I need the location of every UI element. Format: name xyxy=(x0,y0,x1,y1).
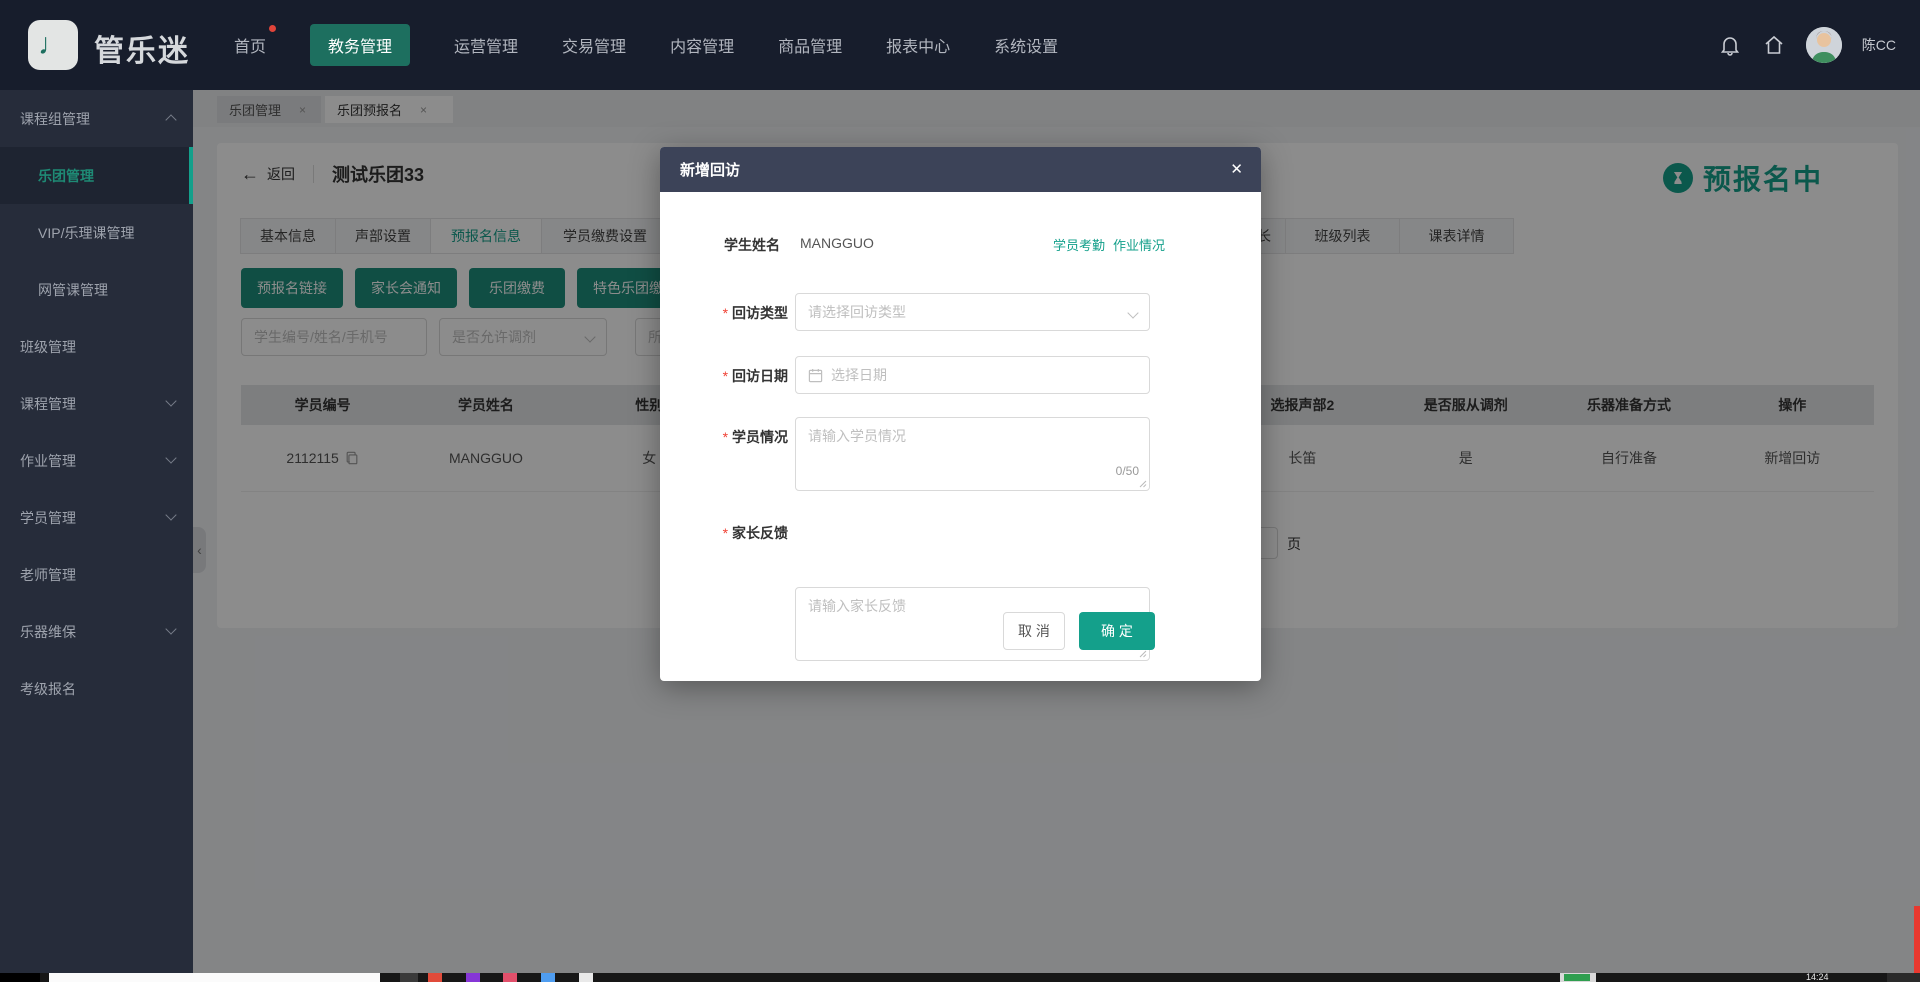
taskbar-app-icon-white[interactable] xyxy=(579,973,593,982)
sidebar-item-student-management[interactable]: 学员管理 xyxy=(0,489,193,546)
nav-item-operations[interactable]: 运营管理 xyxy=(454,33,518,57)
modal-title: 新增回访 xyxy=(680,159,740,180)
nav-item-transactions[interactable]: 交易管理 xyxy=(562,33,626,57)
resize-handle[interactable] xyxy=(1139,480,1147,488)
student-name-label: 学生姓名 xyxy=(724,235,780,255)
chevron-down-icon xyxy=(165,509,176,520)
taskbar-clock: 14:24 xyxy=(1806,973,1829,982)
char-counter: 0/50 xyxy=(1116,464,1139,478)
close-icon[interactable]: ✕ xyxy=(1230,160,1243,178)
sidebar-item-course-group[interactable]: 课程组管理 xyxy=(0,90,193,147)
student-name-row: 学生姓名 MANGGUO 学员考勤 作业情况 xyxy=(660,235,1261,257)
sidebar-item-homework[interactable]: 作业管理 xyxy=(0,432,193,489)
student-status-label: 学员情况 xyxy=(660,427,788,447)
followup-date-picker[interactable]: 选择日期 xyxy=(795,356,1150,394)
chevron-down-icon xyxy=(165,623,176,634)
nav-item-settings[interactable]: 系统设置 xyxy=(994,33,1058,57)
cancel-button[interactable]: 取 消 xyxy=(1003,612,1065,650)
app-logo: ♩ xyxy=(28,20,78,70)
followup-type-select[interactable]: 请选择回访类型 xyxy=(795,293,1150,331)
screen: ♩ 管乐迷 首页 教务管理 运营管理 交易管理 内容管理 商品管理 报表中心 系… xyxy=(0,0,1920,982)
music-note-icon: ♩ xyxy=(38,30,68,60)
parent-feedback-label: 家长反馈 xyxy=(660,523,788,543)
username[interactable]: 陈CC xyxy=(1862,35,1896,55)
student-name-value: MANGGUO xyxy=(800,235,874,251)
sidebar-item-course-management[interactable]: 课程管理 xyxy=(0,375,193,432)
homework-link[interactable]: 作业情况 xyxy=(1113,235,1165,254)
nav-item-content[interactable]: 内容管理 xyxy=(670,33,734,57)
notification-dot xyxy=(269,25,276,32)
user-avatar[interactable] xyxy=(1806,27,1842,63)
sidebar-item-online-course[interactable]: 网管课管理 xyxy=(0,261,193,318)
sidebar-item-teacher-management[interactable]: 老师管理 xyxy=(0,546,193,603)
scrollbar-thumb[interactable] xyxy=(1914,906,1920,982)
student-status-field: 0/50 xyxy=(795,417,1150,491)
bell-icon[interactable] xyxy=(1718,33,1742,57)
sidebar: 课程组管理 乐团管理 VIP/乐理课管理 网管课管理 班级管理 课程管理 作业管… xyxy=(0,90,193,982)
student-status-textarea[interactable] xyxy=(796,418,1149,490)
followup-type-label: 回访类型 xyxy=(660,303,788,323)
modal-header: 新增回访 ✕ xyxy=(660,147,1261,192)
chevron-down-icon xyxy=(165,452,176,463)
nav-item-products[interactable]: 商品管理 xyxy=(778,33,842,57)
home-icon[interactable] xyxy=(1762,33,1786,57)
confirm-button[interactable]: 确 定 xyxy=(1079,612,1155,650)
chevron-down-icon xyxy=(165,395,176,406)
sidebar-item-exam-registration[interactable]: 考级报名 xyxy=(0,660,193,717)
taskbar-app-icon[interactable] xyxy=(400,973,418,982)
followup-date-label: 回访日期 xyxy=(660,366,788,386)
nav-item-reports[interactable]: 报表中心 xyxy=(886,33,950,57)
attendance-link[interactable]: 学员考勤 xyxy=(1053,235,1105,254)
chevron-up-icon xyxy=(165,114,176,125)
start-button[interactable] xyxy=(0,973,40,982)
calendar-icon xyxy=(808,368,823,383)
nav-item-academic[interactable]: 教务管理 xyxy=(310,24,410,66)
taskbar-app-icon-blue[interactable] xyxy=(541,973,555,982)
nav-right: 陈CC xyxy=(1718,0,1896,90)
add-followup-modal: 新增回访 ✕ 学生姓名 MANGGUO 学员考勤 作业情况 回访类型 请选择回访… xyxy=(660,147,1261,681)
student-links: 学员考勤 作业情况 xyxy=(1053,235,1165,254)
sidebar-item-instrument-maintenance[interactable]: 乐器维保 xyxy=(0,603,193,660)
nav-menu: 首页 教务管理 运营管理 交易管理 内容管理 商品管理 报表中心 系统设置 xyxy=(234,0,1058,90)
sidebar-item-vip-theory[interactable]: VIP/乐理课管理 xyxy=(0,204,193,261)
tray-monitor-icon[interactable] xyxy=(1560,973,1596,982)
os-taskbar: 14:24 xyxy=(0,973,1920,982)
nav-item-home[interactable]: 首页 xyxy=(234,33,266,57)
taskbar-search-box[interactable] xyxy=(49,973,380,982)
taskbar-app-icon-red[interactable] xyxy=(428,973,442,982)
sidebar-item-class-management[interactable]: 班级管理 xyxy=(0,318,193,375)
brand-name: 管乐迷 xyxy=(94,26,190,70)
taskbar-app-icon-pink[interactable] xyxy=(503,973,517,982)
taskbar-app-icon-purple[interactable] xyxy=(466,973,480,982)
chevron-down-icon xyxy=(1127,307,1138,318)
resize-handle[interactable] xyxy=(1139,650,1147,658)
sidebar-item-band-management[interactable]: 乐团管理 xyxy=(0,147,193,204)
show-desktop-button[interactable] xyxy=(1887,973,1920,982)
top-nav: ♩ 管乐迷 首页 教务管理 运营管理 交易管理 内容管理 商品管理 报表中心 系… xyxy=(0,0,1920,90)
